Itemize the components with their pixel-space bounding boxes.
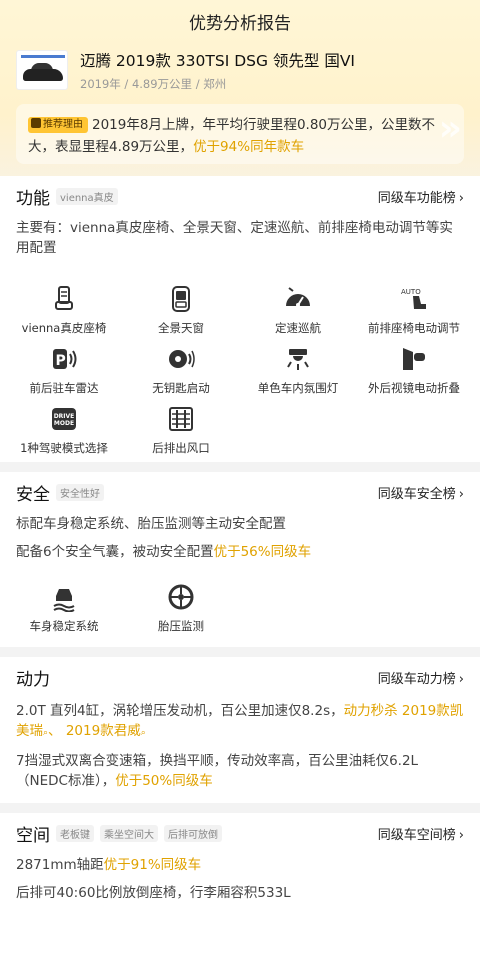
function-rank-link[interactable]: 同级车功能榜 ›	[378, 187, 464, 206]
space-badge: 老板键	[56, 824, 94, 842]
chevron-decoration-icon: »	[438, 108, 462, 149]
power-line1: 2.0T 直列4缸，涡轮增压发动机，百公里加速仅8.2s，动力秒杀 2019款凯…	[16, 703, 464, 739]
function-badge: vienna真皮	[56, 187, 118, 205]
seat-adjust-icon: AUTO	[401, 288, 426, 309]
feature-item[interactable]: P 前后驻车雷达	[4, 344, 124, 396]
thumb-icon	[31, 118, 41, 128]
feature-item[interactable]: 胎压监测	[121, 582, 241, 634]
power-rank-link[interactable]: 同级车动力榜 ›	[378, 668, 464, 687]
mirror-fold-icon	[403, 348, 425, 370]
space-line2: 后排可40:60比例放倒座椅，行李厢容积533L	[16, 885, 291, 901]
power-line2: 7挡湿式双离合变速箱，换挡平顺，传动效率高，百公里油耗仅6.2L（NEDC标准）…	[16, 753, 419, 789]
feature-item[interactable]: 定速巡航	[238, 284, 358, 336]
car-meta: 2019年 / 4.89万公里 / 郑州	[80, 77, 227, 91]
page-title: 优势分析报告	[189, 13, 291, 34]
power-card: 动力 同级车动力榜 › 2.0T 直列4缸，涡轮增压发动机，百公里加速仅8.2s，…	[0, 657, 480, 803]
feature-item[interactable]: 单色车内氛围灯	[238, 344, 358, 396]
function-card: 功能 vienna真皮 同级车功能榜 › 主要有：vienna真皮座椅、全景天窗、…	[0, 176, 480, 462]
space-card: 空间 老板键 乘坐空间大 后排可放倒 同级车空间榜 › 2871mm轴距优于91%…	[0, 813, 480, 959]
car-summary[interactable]: 迈腾 2019款 330TSI DSG 领先型 国VI 2019年 / 4.89…	[16, 50, 466, 100]
chevron-right-icon: ›	[458, 671, 464, 687]
svg-text:DRIVE: DRIVE	[54, 413, 75, 420]
stability-control-icon	[53, 589, 75, 612]
svg-text:AUTO: AUTO	[401, 288, 421, 296]
safety-line2: 配备6个安全气囊，被动安全配置优于56%同级车	[16, 544, 312, 560]
safety-card: 安全 安全性好 同级车安全榜 › 标配车身稳定系统、胎压监测等主动安全配置 配备6…	[0, 472, 480, 647]
power-title: 动力	[16, 669, 50, 690]
keyless-start-icon	[169, 350, 195, 368]
sunroof-icon	[172, 286, 190, 312]
ambient-light-icon	[287, 349, 309, 370]
space-title: 空间	[16, 825, 50, 846]
car-thumbnail	[16, 50, 68, 90]
space-badge: 后排可放倒	[164, 824, 222, 842]
space-badge: 乘坐空间大	[100, 824, 158, 842]
feature-item[interactable]: 全景天窗	[121, 284, 241, 336]
car-name: 迈腾 2019款 330TSI DSG 领先型 国VI	[80, 52, 356, 70]
safety-badge: 安全性好	[56, 483, 104, 501]
seat-icon	[55, 286, 73, 310]
tire-pressure-icon	[168, 584, 194, 610]
space-rank-link[interactable]: 同级车空间榜 ›	[378, 824, 464, 843]
chevron-right-icon: ›	[458, 827, 464, 843]
feature-item[interactable]: DRIVE MODE 1种驾驶模式选择	[4, 404, 124, 456]
recommend-reason: » 推荐理由 2019年8月上牌，年平均行驶里程0.80万公里，公里数不大，表显里…	[16, 104, 464, 164]
parking-radar-icon: P	[53, 349, 77, 369]
feature-item[interactable]: 无钥匙启动	[121, 344, 241, 396]
feature-item[interactable]: 后排出风口	[121, 404, 241, 456]
cruise-control-icon	[286, 287, 310, 307]
rear-vent-icon	[169, 407, 193, 431]
reason-highlight: 优于94%同年款车	[193, 139, 305, 155]
function-title: 功能	[16, 188, 50, 209]
search-icon: ⌕	[140, 728, 146, 738]
chevron-right-icon: ›	[458, 190, 464, 206]
feature-item[interactable]: 车身稳定系统	[4, 582, 124, 634]
reason-tag: 推荐理由	[28, 117, 88, 133]
safety-line1: 标配车身稳定系统、胎压监测等主动安全配置	[16, 516, 286, 532]
safety-title: 安全	[16, 484, 50, 505]
svg-text:P: P	[56, 353, 66, 369]
space-line1: 2871mm轴距优于91%同级车	[16, 857, 202, 873]
drive-mode-icon: DRIVEMODE	[52, 408, 76, 430]
function-description: 主要有：vienna真皮座椅、全景天窗、定速巡航、前排座椅电动调节等实用配置	[16, 220, 453, 256]
svg-text:MODE: MODE	[54, 420, 74, 427]
safety-rank-link[interactable]: 同级车安全榜 ›	[378, 483, 464, 502]
feature-item[interactable]: vienna真皮座椅	[4, 284, 124, 336]
chevron-right-icon: ›	[458, 486, 464, 502]
competitor-link[interactable]: 、 2019款君威	[48, 723, 141, 739]
feature-item[interactable]: AUTO 前排座椅电动调节	[354, 284, 474, 336]
feature-item[interactable]: 外后视镜电动折叠	[354, 344, 474, 396]
